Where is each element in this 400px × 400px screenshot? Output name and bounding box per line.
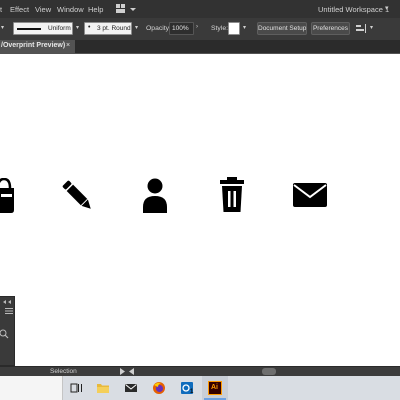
illustrator-icon: Ai — [208, 381, 222, 395]
opacity-label: Opacity: — [146, 25, 171, 32]
file-explorer-icon[interactable] — [96, 381, 110, 395]
menu-item-partial[interactable]: t — [0, 5, 2, 14]
illustrator-icon-label: Ai — [211, 384, 218, 391]
document-tab-bar: /Overprint Preview) × — [0, 40, 400, 53]
play-icon[interactable] — [120, 368, 126, 375]
chevron-right-icon[interactable]: › — [196, 24, 198, 30]
style-swatch[interactable] — [228, 22, 240, 35]
chevron-down-icon[interactable]: ▾ — [370, 24, 373, 31]
chevron-down-icon[interactable]: ▾ — [243, 24, 246, 31]
taskbar: 1 Ai — [0, 376, 400, 400]
menu-bar: t Effect View Window Help Untitled Works… — [0, 0, 400, 18]
document-tab[interactable]: /Overprint Preview) × — [0, 40, 76, 53]
artboard[interactable] — [0, 54, 400, 366]
trash-icon[interactable] — [218, 177, 246, 215]
arrange-documents-button[interactable] — [115, 3, 139, 14]
document-setup-button[interactable]: Document Setup — [257, 22, 307, 35]
task-view-icon[interactable] — [70, 381, 84, 395]
chevron-down-icon[interactable]: ▾ — [1, 24, 4, 31]
preferences-button[interactable]: Preferences — [311, 22, 350, 35]
menu-item-view[interactable]: View — [35, 5, 51, 14]
control-bar: ▾ Uniform ▾ • 3 pt. Round ▾ Opacity: 100… — [0, 18, 400, 41]
taskbar-search-box[interactable] — [0, 376, 63, 400]
workspace-switcher[interactable]: Untitled Workspace 1 — [318, 5, 389, 14]
taskbar-item-illustrator[interactable]: Ai — [202, 376, 228, 400]
opacity-field[interactable]: 100% — [169, 22, 194, 35]
stroke-profile-label: Uniform — [48, 25, 71, 32]
envelope-icon[interactable] — [292, 182, 328, 210]
shopping-bag-icon[interactable] — [0, 177, 16, 216]
menu-item-help[interactable]: Help — [88, 5, 103, 14]
chevron-down-icon[interactable]: ▾ — [135, 24, 138, 31]
pencil-icon[interactable] — [60, 178, 96, 216]
menu-item-effect[interactable]: Effect — [10, 5, 29, 14]
scroll-left-icon[interactable] — [129, 368, 135, 375]
stroke-profile-dropdown[interactable]: Uniform — [13, 22, 73, 35]
style-label: Style: — [211, 25, 228, 32]
opacity-value: 100% — [172, 25, 189, 32]
current-tool-status: Selection — [50, 368, 77, 375]
close-icon[interactable]: × — [66, 42, 70, 49]
outlook-badge: 1 — [190, 389, 194, 395]
horizontal-scrollbar-thumb[interactable] — [262, 368, 276, 375]
collapse-icon[interactable] — [2, 299, 14, 305]
mail-icon[interactable] — [124, 381, 138, 395]
align-icon[interactable] — [356, 24, 368, 34]
floating-panel — [0, 296, 15, 366]
arrange-documents-icon — [116, 4, 136, 13]
chevron-down-icon[interactable]: ▾ — [76, 24, 79, 31]
user-icon[interactable] — [141, 178, 169, 216]
brush-definition-dropdown[interactable]: • 3 pt. Round — [84, 22, 132, 35]
panel-menu-icon[interactable] — [5, 308, 13, 314]
document-tab-title: /Overprint Preview) — [1, 42, 66, 49]
chevron-down-icon[interactable]: ▾ — [385, 4, 389, 12]
brush-label: 3 pt. Round — [97, 25, 131, 32]
menu-item-window[interactable]: Window — [57, 5, 84, 14]
search-icon[interactable] — [0, 329, 10, 339]
brush-dot-icon: • — [88, 24, 91, 31]
firefox-icon[interactable] — [152, 381, 166, 395]
stroke-preview-icon — [17, 28, 41, 30]
